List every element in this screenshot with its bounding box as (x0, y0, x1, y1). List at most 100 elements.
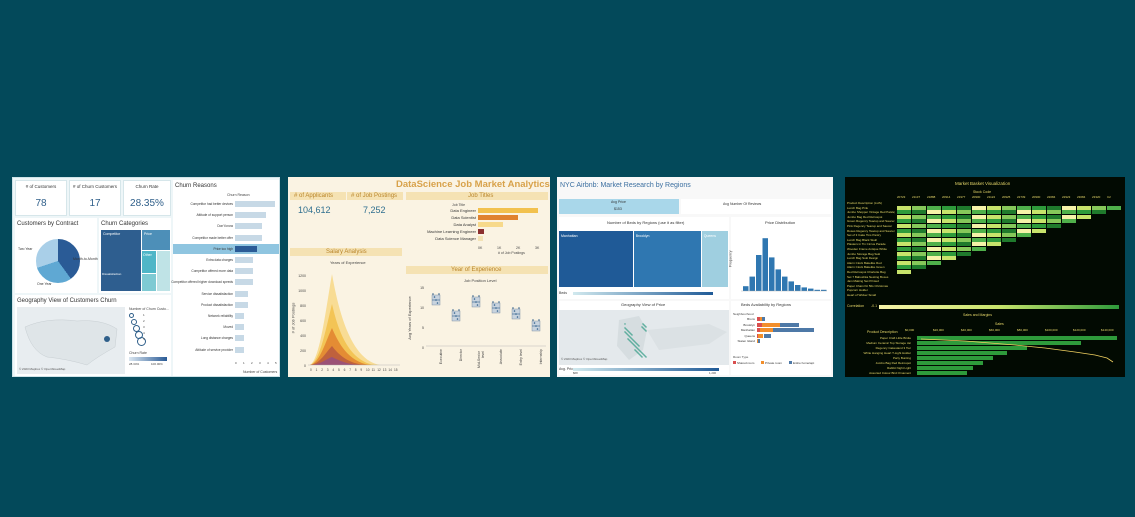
reason-bar[interactable] (235, 279, 253, 286)
price-dot (628, 331, 630, 333)
treemap-cell[interactable]: Other (142, 251, 156, 273)
price-map[interactable]: © 2023 Mapbox © OpenStreetMap (559, 310, 729, 365)
axis-tick: 5 (275, 361, 277, 365)
availability-bar[interactable] (772, 328, 815, 332)
reason-bar[interactable] (235, 290, 249, 297)
neighbourhood-label: Brooklyn (743, 322, 755, 327)
histogram-bar (743, 286, 749, 291)
treemap-label: Price (144, 232, 152, 236)
panel-title: Geography View of Customers Churn (17, 298, 117, 304)
availability-bar[interactable] (762, 322, 781, 327)
avg-reviews-tile[interactable]: Avg Number Of Reviews (681, 199, 831, 214)
price-dot (630, 337, 632, 339)
price-dot (629, 336, 631, 338)
kpi-applicants: # of Applicants 104,612 (290, 192, 346, 220)
treemap-cell[interactable]: Competitor (101, 230, 141, 291)
reason-bar[interactable] (235, 212, 267, 219)
reason-label: Competitor offered higher download speed… (171, 280, 233, 285)
price-dot (639, 354, 641, 356)
reason-bar[interactable] (235, 245, 258, 252)
availability-bar[interactable] (759, 328, 773, 332)
axis-tick: 6 (343, 368, 346, 372)
axis-tick: 4 (332, 368, 335, 372)
availability-bar[interactable] (763, 333, 772, 338)
treemap-cell[interactable] (157, 251, 170, 291)
level-label: Entry level (519, 349, 523, 366)
data-point (438, 293, 440, 295)
price-dot (641, 352, 643, 354)
salary-panel: Salary Analysis Years of Experience # of… (290, 248, 402, 375)
reason-bar[interactable] (235, 268, 253, 275)
price-dot (624, 323, 626, 325)
data-point (455, 315, 457, 317)
histogram-bar (795, 285, 801, 291)
price-histogram[interactable] (731, 217, 831, 299)
market-basket-dashboard-thumbnail[interactable]: Market Basket Visualization Stock Code 2… (845, 177, 1125, 377)
beds-gradient (573, 292, 713, 295)
price-dot (638, 349, 640, 351)
axis-tick: 3K (535, 246, 540, 250)
reason-bar[interactable] (235, 201, 275, 207)
treemap-cell[interactable] (142, 274, 156, 291)
price-dot (628, 335, 630, 337)
column-header: Job Title (452, 203, 466, 207)
reason-bar[interactable] (235, 313, 244, 319)
price-dot (642, 353, 644, 355)
price-dot (638, 345, 640, 347)
treemap-cell[interactable]: Price (142, 230, 170, 250)
price-dot (639, 350, 641, 352)
reason-bar[interactable] (235, 346, 244, 353)
data-point (433, 296, 436, 298)
price-dot (630, 333, 632, 335)
region-cell[interactable]: Queens (701, 231, 728, 287)
reason-bar[interactable] (235, 223, 262, 230)
data-point (476, 304, 479, 306)
churn-dashboard-thumbnail[interactable]: # of Customers 78 # of Churn Customers 1… (12, 177, 280, 377)
price-dot (642, 323, 644, 325)
reason-bar[interactable] (235, 335, 244, 342)
price-dot (645, 356, 647, 358)
availability-bar[interactable] (780, 322, 799, 327)
reason-label: Don't know (217, 224, 233, 229)
job-title-bar[interactable] (478, 208, 539, 213)
kpi-value: 17 (89, 198, 101, 209)
kpi-churn-customers: # of Churn Customers 17 (69, 180, 121, 216)
range-min: 28.34% (129, 362, 140, 366)
panel-title: Churn Reasons (175, 183, 217, 189)
map-shapes (24, 319, 118, 366)
job-market-dashboard-thumbnail[interactable]: DataScience Job Market Analytics # of Ap… (288, 177, 550, 377)
histogram-bar (762, 238, 768, 291)
reason-bar[interactable] (235, 257, 253, 263)
data-point (473, 298, 476, 300)
reason-bar[interactable] (235, 301, 249, 308)
data-point (472, 295, 474, 297)
availability-bar[interactable] (758, 339, 760, 343)
axis-tick: 12 (377, 368, 381, 372)
job-title-bar[interactable] (478, 229, 484, 234)
tile-label: Avg Price (611, 200, 626, 204)
panel-title: Beds Availability by Regions (741, 302, 791, 307)
axis-tick: 4 (267, 361, 269, 365)
axis-tick: 3 (326, 368, 329, 372)
job-title-bar[interactable] (478, 215, 518, 220)
price-gradient (573, 368, 719, 371)
data-point (478, 295, 480, 297)
region-cell[interactable]: Manhattan (559, 231, 633, 287)
tile-label: Avg Number Of Reviews (723, 202, 762, 206)
price-dot (640, 355, 642, 357)
job-title-bar[interactable] (478, 236, 483, 241)
avg-price-tile[interactable]: Avg Price $153 (559, 199, 679, 214)
churn-map[interactable]: © 2023 Mapbox © OpenStreetMap (17, 307, 125, 374)
price-dot (641, 356, 643, 358)
job-title-bar[interactable] (478, 222, 503, 227)
airbnb-dashboard-thumbnail[interactable]: NYC Airbnb: Market Research by Regions A… (557, 177, 833, 377)
reason-bar[interactable] (235, 324, 244, 331)
salary-area-chart[interactable] (290, 248, 402, 375)
reason-bar[interactable] (235, 234, 262, 241)
availability-bar[interactable] (762, 317, 765, 321)
kpi-customers: # of Customers 78 (15, 180, 67, 216)
level-label: Internship (539, 349, 543, 365)
region-cell[interactable]: Brooklyn (633, 231, 701, 287)
price-dot (638, 353, 640, 355)
kpi-label: Churn Rate (135, 184, 159, 189)
